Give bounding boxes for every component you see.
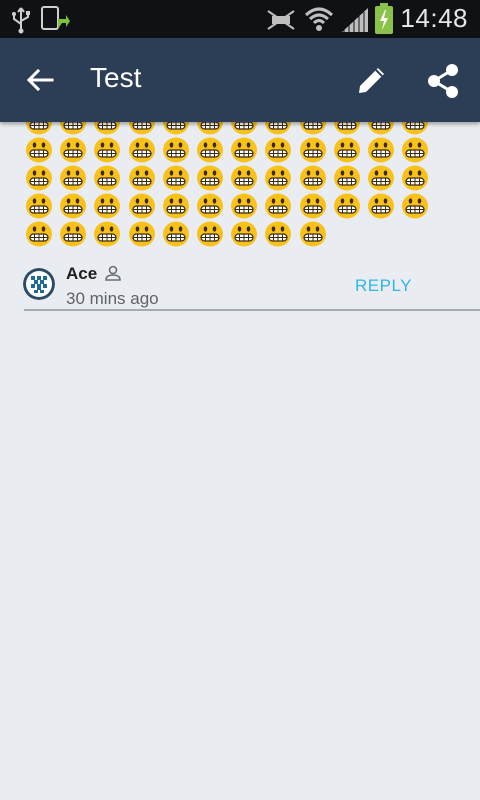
edit-pencil-icon[interactable] <box>354 62 390 98</box>
grinning-face-icon <box>125 164 159 192</box>
grinning-face-icon <box>193 192 227 220</box>
emoji-row <box>22 192 462 220</box>
grinning-face-icon <box>90 220 124 248</box>
emoji-row <box>22 136 462 164</box>
grinning-face-icon <box>193 136 227 164</box>
grinning-face-icon <box>364 164 398 192</box>
reply-button[interactable]: REPLY <box>355 276 412 296</box>
grinning-face-icon <box>56 164 90 192</box>
grinning-face-icon <box>22 192 56 220</box>
grinning-face-icon <box>125 220 159 248</box>
grinning-face-icon <box>90 122 124 136</box>
signal-icon <box>342 8 368 32</box>
grinning-face-icon <box>398 164 432 192</box>
grinning-face-icon <box>330 136 364 164</box>
grinning-face-icon <box>296 220 330 248</box>
back-arrow-icon[interactable] <box>24 64 56 96</box>
grinning-face-icon <box>398 136 432 164</box>
grinning-face-icon <box>56 136 90 164</box>
grinning-face-icon <box>330 192 364 220</box>
app-bar: Test <box>0 38 480 122</box>
grinning-face-icon <box>22 220 56 248</box>
post-content: Ace 30 mins ago REPLY <box>0 122 480 800</box>
comment-item: Ace 30 mins ago REPLY <box>0 260 480 310</box>
grinning-face-icon <box>296 136 330 164</box>
grinning-face-icon <box>90 164 124 192</box>
grinning-face-icon <box>159 164 193 192</box>
grinning-face-icon <box>261 220 295 248</box>
grinning-face-icon <box>330 122 364 136</box>
grinning-face-icon <box>227 136 261 164</box>
grinning-face-icon <box>227 122 261 136</box>
screenshot-upload-icon <box>41 6 70 30</box>
grinning-face-icon <box>296 164 330 192</box>
grinning-face-icon <box>159 192 193 220</box>
grinning-face-icon <box>125 136 159 164</box>
avatar[interactable] <box>23 268 55 300</box>
divider <box>24 309 480 311</box>
grinning-face-icon <box>261 122 295 136</box>
grinning-face-icon <box>159 136 193 164</box>
grinning-face-icon <box>261 136 295 164</box>
emoji-row <box>22 122 462 136</box>
wifi-icon <box>304 7 334 31</box>
comment-time: 30 mins ago <box>66 289 159 308</box>
grinning-face-icon <box>296 192 330 220</box>
emoji-row <box>22 220 462 248</box>
grinning-face-icon <box>227 192 261 220</box>
comment-author[interactable]: Ace <box>66 264 97 284</box>
grinning-face-icon <box>159 220 193 248</box>
grinning-face-icon <box>22 164 56 192</box>
grinning-face-icon <box>193 164 227 192</box>
grinning-face-icon <box>22 122 56 136</box>
clock: 14:48 <box>400 3 468 33</box>
grinning-face-icon <box>330 164 364 192</box>
page-title: Test <box>90 62 142 93</box>
status-bar: 14:48 <box>0 0 480 38</box>
grinning-face-icon <box>398 192 432 220</box>
grinning-face-icon <box>125 122 159 136</box>
share-icon[interactable] <box>424 62 462 100</box>
grinning-face-icon <box>227 220 261 248</box>
battery-charging-icon <box>375 3 393 34</box>
grinning-face-icon <box>56 220 90 248</box>
grinning-face-icon <box>193 122 227 136</box>
grinning-face-icon <box>398 122 432 136</box>
grinning-face-icon <box>90 136 124 164</box>
grinning-face-icon <box>296 122 330 136</box>
grinning-face-icon <box>56 122 90 136</box>
grinning-face-icon <box>227 164 261 192</box>
grinning-face-icon <box>261 192 295 220</box>
grinning-face-icon <box>22 136 56 164</box>
grinning-face-icon <box>193 220 227 248</box>
grinning-face-icon <box>90 192 124 220</box>
grinning-face-icon <box>364 136 398 164</box>
grinning-face-icon <box>364 122 398 136</box>
grinning-face-icon <box>125 192 159 220</box>
grinning-face-icon <box>159 122 193 136</box>
grinning-face-icon <box>261 164 295 192</box>
emoji-grid <box>22 122 462 248</box>
emoji-row <box>22 164 462 192</box>
user-icon <box>105 265 121 281</box>
mute-icon <box>267 10 295 30</box>
usb-icon <box>12 7 30 34</box>
grinning-face-icon <box>364 192 398 220</box>
grinning-face-icon <box>56 192 90 220</box>
